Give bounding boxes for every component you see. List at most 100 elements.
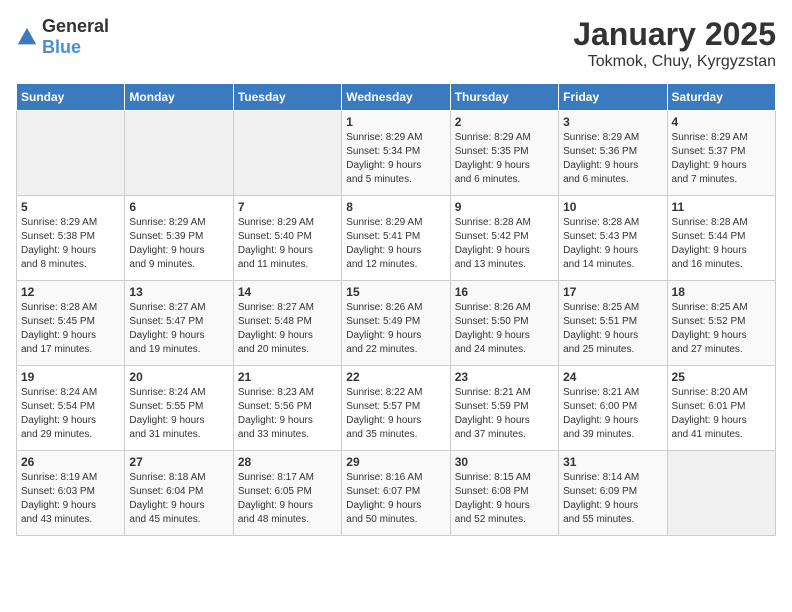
calendar-cell: 28 Sunrise: 8:17 AMSunset: 6:05 PMDayligh… [233,451,341,536]
calendar-cell: 11 Sunrise: 8:28 AMSunset: 5:44 PMDayligh… [667,196,775,281]
weekday-header: Saturday [667,84,775,111]
logo-general: General [42,16,109,36]
calendar-cell: 18 Sunrise: 8:25 AMSunset: 5:52 PMDayligh… [667,281,775,366]
day-info: Sunrise: 8:29 AMSunset: 5:41 PMDaylight:… [346,216,445,272]
day-number: 16 [455,285,554,299]
day-info: Sunrise: 8:26 AMSunset: 5:50 PMDaylight:… [455,301,554,357]
day-info: Sunrise: 8:25 AMSunset: 5:52 PMDaylight:… [672,301,771,357]
calendar-cell [667,451,775,536]
day-number: 10 [563,200,662,214]
day-info: Sunrise: 8:29 AMSunset: 5:37 PMDaylight:… [672,131,771,187]
day-number: 11 [672,200,771,214]
day-number: 7 [238,200,337,214]
calendar-cell: 19Sunrise: 8:24 AMSunset: 5:54 PMDayligh… [17,366,125,451]
day-info: Sunrise: 8:28 AMSunset: 5:45 PMDaylight:… [21,301,120,357]
day-info: Sunrise: 8:24 AMSunset: 5:55 PMDaylight:… [129,386,228,442]
day-number: 13 [129,285,228,299]
day-number: 28 [238,455,337,469]
day-number: 17 [563,285,662,299]
day-info: Sunrise: 8:28 AMSunset: 5:43 PMDaylight:… [563,216,662,272]
day-number: 29 [346,455,445,469]
calendar-week-row: 1 Sunrise: 8:29 AMSunset: 5:34 PMDaylight… [17,111,776,196]
weekday-header: Sunday [17,84,125,111]
day-number: 1 [346,115,445,129]
day-info: Sunrise: 8:29 AMSunset: 5:40 PMDaylight:… [238,216,337,272]
day-number: 24 [563,370,662,384]
calendar-cell: 26 Sunrise: 8:19 AMSunset: 6:03 PMDayligh… [17,451,125,536]
calendar-cell [17,111,125,196]
day-number: 9 [455,200,554,214]
weekday-header: Monday [125,84,233,111]
calendar-cell: 1 Sunrise: 8:29 AMSunset: 5:34 PMDaylight… [342,111,450,196]
day-number: 31 [563,455,662,469]
day-number: 26 [21,455,120,469]
calendar-cell: 17 Sunrise: 8:25 AMSunset: 5:51 PMDayligh… [559,281,667,366]
logo-blue: Blue [42,37,81,57]
day-info: Sunrise: 8:29 AMSunset: 5:39 PMDaylight:… [129,216,228,272]
day-number: 30 [455,455,554,469]
calendar-cell: 29Sunrise: 8:16 AMSunset: 6:07 PMDayligh… [342,451,450,536]
weekday-header: Tuesday [233,84,341,111]
weekday-header: Wednesday [342,84,450,111]
day-info: Sunrise: 8:20 AMSunset: 6:01 PMDaylight:… [672,386,771,442]
logo-text: General Blue [42,16,109,58]
day-info: Sunrise: 8:17 AMSunset: 6:05 PMDaylight:… [238,471,337,527]
day-info: Sunrise: 8:29 AMSunset: 5:35 PMDaylight:… [455,131,554,187]
calendar-cell: 20 Sunrise: 8:24 AMSunset: 5:55 PMDayligh… [125,366,233,451]
day-info: Sunrise: 8:19 AMSunset: 6:03 PMDaylight:… [21,471,120,527]
day-info: Sunrise: 8:25 AMSunset: 5:51 PMDaylight:… [563,301,662,357]
calendar-cell: 10 Sunrise: 8:28 AMSunset: 5:43 PMDayligh… [559,196,667,281]
day-info: Sunrise: 8:15 AMSunset: 6:08 PMDaylight:… [455,471,554,527]
day-info: Sunrise: 8:29 AMSunset: 5:36 PMDaylight:… [563,131,662,187]
day-number: 12 [21,285,120,299]
day-number: 19 [21,370,120,384]
day-number: 23 [455,370,554,384]
day-number: 2 [455,115,554,129]
logo-icon [16,26,38,48]
day-info: Sunrise: 8:27 AMSunset: 5:48 PMDaylight:… [238,301,337,357]
calendar-cell: 21 Sunrise: 8:23 AMSunset: 5:56 PMDayligh… [233,366,341,451]
calendar-cell: 7 Sunrise: 8:29 AMSunset: 5:40 PMDaylight… [233,196,341,281]
day-info: Sunrise: 8:18 AMSunset: 6:04 PMDaylight:… [129,471,228,527]
page-header: General Blue January 2025 Tokmok, Chuy, … [16,16,776,71]
calendar-cell: 13 Sunrise: 8:27 AMSunset: 5:47 PMDayligh… [125,281,233,366]
day-number: 25 [672,370,771,384]
calendar-cell: 31 Sunrise: 8:14 AMSunset: 6:09 PMDayligh… [559,451,667,536]
day-number: 3 [563,115,662,129]
title-block: January 2025 Tokmok, Chuy, Kyrgyzstan [573,16,776,71]
day-info: Sunrise: 8:29 AMSunset: 5:34 PMDaylight:… [346,131,445,187]
logo: General Blue [16,16,109,58]
calendar-cell: 23Sunrise: 8:21 AMSunset: 5:59 PMDayligh… [450,366,558,451]
day-number: 5 [21,200,120,214]
calendar-cell: 12 Sunrise: 8:28 AMSunset: 5:45 PMDayligh… [17,281,125,366]
day-number: 14 [238,285,337,299]
calendar-cell: 14 Sunrise: 8:27 AMSunset: 5:48 PMDayligh… [233,281,341,366]
day-number: 6 [129,200,228,214]
day-info: Sunrise: 8:23 AMSunset: 5:56 PMDaylight:… [238,386,337,442]
calendar-cell: 25 Sunrise: 8:20 AMSunset: 6:01 PMDayligh… [667,366,775,451]
weekday-header-row: SundayMondayTuesdayWednesdayThursdayFrid… [17,84,776,111]
day-info: Sunrise: 8:21 AMSunset: 6:00 PMDaylight:… [563,386,662,442]
calendar-week-row: 12 Sunrise: 8:28 AMSunset: 5:45 PMDayligh… [17,281,776,366]
calendar-week-row: 5 Sunrise: 8:29 AMSunset: 5:38 PMDaylight… [17,196,776,281]
calendar-week-row: 19Sunrise: 8:24 AMSunset: 5:54 PMDayligh… [17,366,776,451]
day-info: Sunrise: 8:28 AMSunset: 5:42 PMDaylight:… [455,216,554,272]
calendar-cell: 15Sunrise: 8:26 AMSunset: 5:49 PMDayligh… [342,281,450,366]
location-title: Tokmok, Chuy, Kyrgyzstan [573,53,776,71]
day-number: 20 [129,370,228,384]
calendar-cell: 4Sunrise: 8:29 AMSunset: 5:37 PMDaylight… [667,111,775,196]
calendar-cell: 30 Sunrise: 8:15 AMSunset: 6:08 PMDayligh… [450,451,558,536]
day-number: 18 [672,285,771,299]
day-number: 27 [129,455,228,469]
calendar-cell: 8Sunrise: 8:29 AMSunset: 5:41 PMDaylight… [342,196,450,281]
day-info: Sunrise: 8:27 AMSunset: 5:47 PMDaylight:… [129,301,228,357]
calendar-cell: 9 Sunrise: 8:28 AMSunset: 5:42 PMDaylight… [450,196,558,281]
calendar-cell: 3 Sunrise: 8:29 AMSunset: 5:36 PMDaylight… [559,111,667,196]
calendar-cell: 27 Sunrise: 8:18 AMSunset: 6:04 PMDayligh… [125,451,233,536]
day-info: Sunrise: 8:29 AMSunset: 5:38 PMDaylight:… [21,216,120,272]
day-info: Sunrise: 8:14 AMSunset: 6:09 PMDaylight:… [563,471,662,527]
day-info: Sunrise: 8:28 AMSunset: 5:44 PMDaylight:… [672,216,771,272]
day-number: 21 [238,370,337,384]
weekday-header: Thursday [450,84,558,111]
calendar-cell: 24 Sunrise: 8:21 AMSunset: 6:00 PMDayligh… [559,366,667,451]
